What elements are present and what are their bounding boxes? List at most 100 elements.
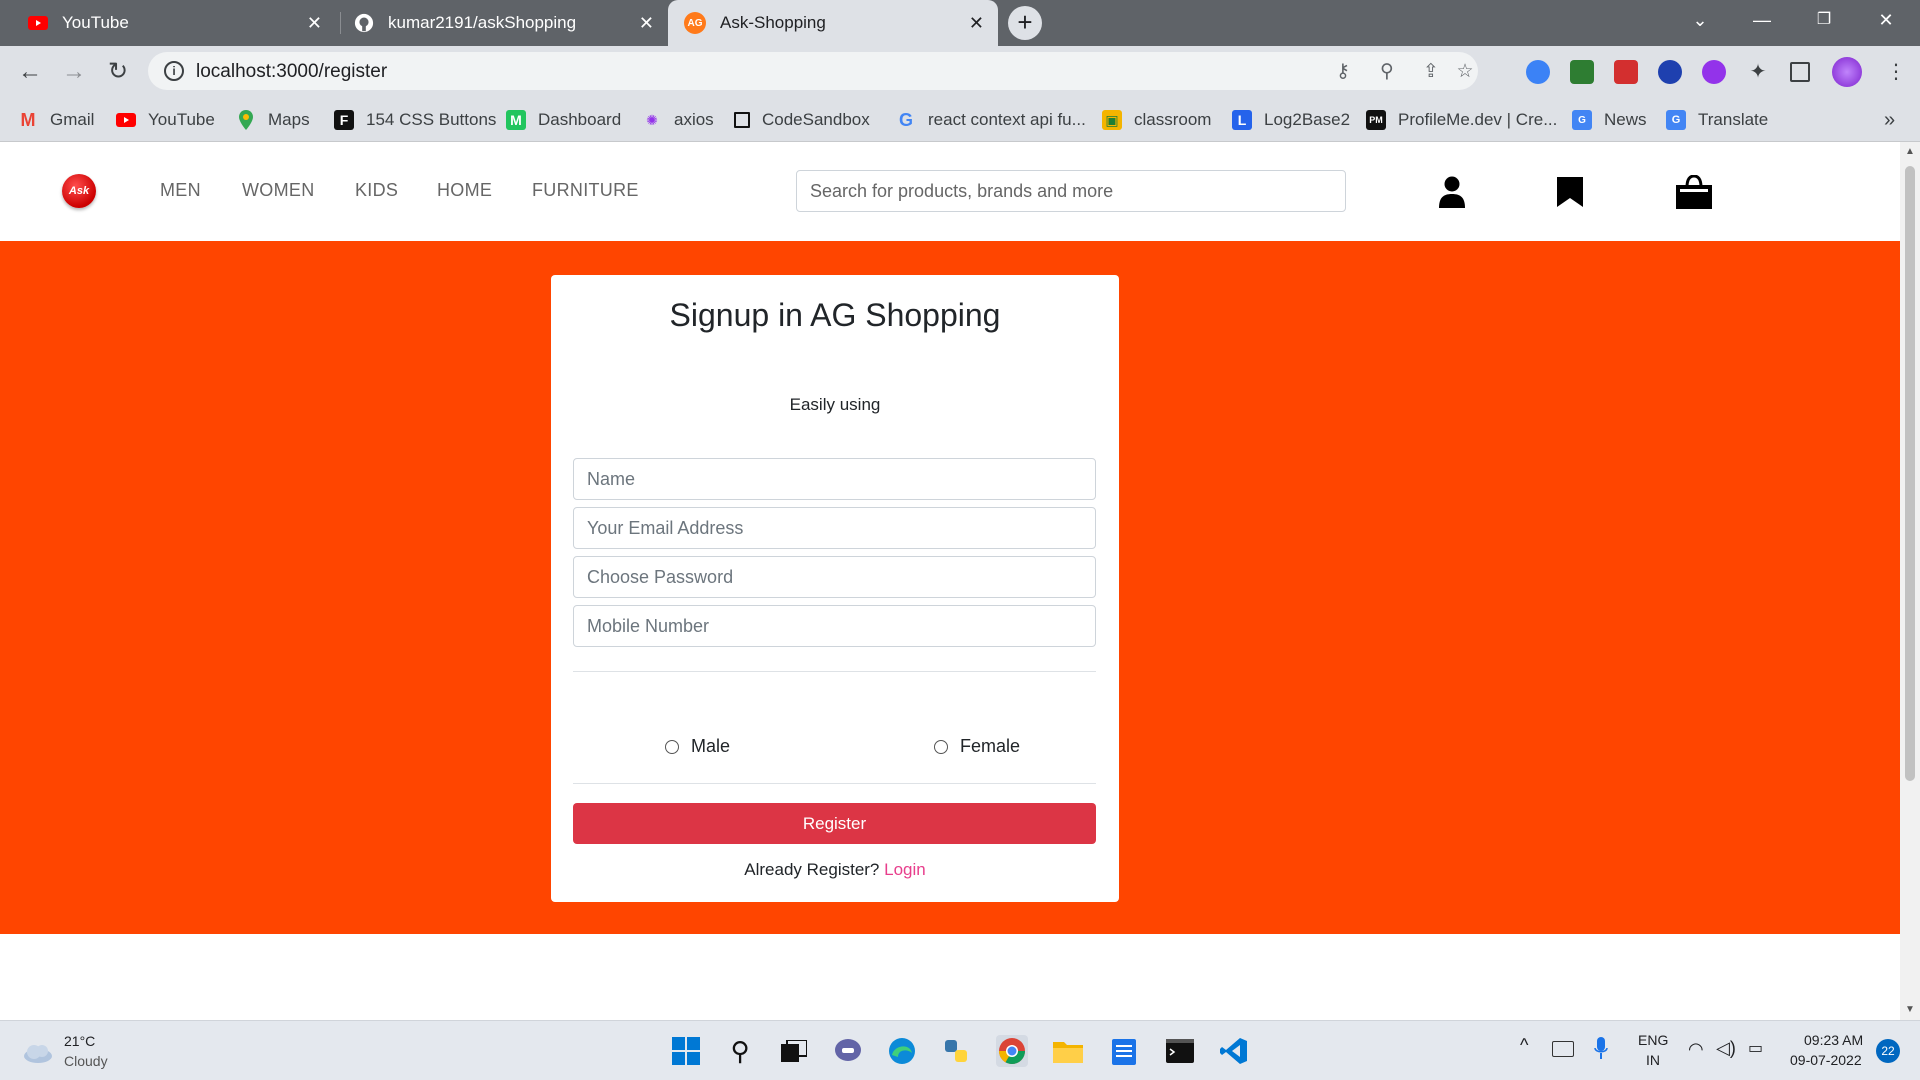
bookmark-label: Maps — [268, 110, 310, 129]
bookmark-news[interactable]: G News — [1572, 98, 1647, 142]
log2base2-icon: L — [1232, 110, 1252, 130]
close-tab-icon[interactable]: ✕ — [639, 13, 654, 34]
bookmark-css-buttons[interactable]: F 154 CSS Buttons — [334, 98, 496, 142]
zoom-icon[interactable]: ⚲ — [1376, 61, 1398, 83]
bookmark-star-icon[interactable]: ☆ — [1454, 61, 1476, 83]
nav-men[interactable]: MEN — [160, 180, 201, 201]
search-icon[interactable]: ⚲ — [724, 1035, 756, 1067]
gender-female-radio[interactable]: Female — [934, 736, 1020, 757]
extension-globe-icon[interactable] — [1526, 60, 1550, 84]
file-explorer-icon[interactable] — [1052, 1035, 1084, 1067]
url-text[interactable]: localhost:3000/register — [196, 61, 387, 83]
gender-male-radio[interactable]: Male — [665, 736, 730, 757]
chat-icon[interactable] — [832, 1035, 864, 1067]
bookmark-dashboard[interactable]: M Dashboard — [506, 98, 621, 142]
bookmark-log2base2[interactable]: L Log2Base2 — [1232, 98, 1350, 142]
weather-desc[interactable]: Cloudy — [64, 1053, 108, 1069]
mobile-field[interactable]: Mobile Number — [573, 605, 1096, 647]
extension-red-icon[interactable] — [1614, 60, 1638, 84]
new-tab-button[interactable]: + — [1008, 6, 1042, 40]
bookmark-axios[interactable]: ✺ axios — [642, 98, 714, 142]
cloud-weather-icon[interactable] — [22, 1037, 54, 1069]
bookmark-icon[interactable] — [1550, 172, 1590, 212]
bookmark-classroom[interactable]: ▣ classroom — [1102, 98, 1211, 142]
tab-ask-shopping[interactable]: AG Ask-Shopping ✕ — [668, 0, 998, 46]
profile-avatar[interactable] — [1832, 57, 1862, 87]
nav-home[interactable]: HOME — [437, 180, 492, 201]
search-input[interactable]: Search for products, brands and more — [796, 170, 1346, 212]
language-top[interactable]: ENG — [1638, 1032, 1668, 1048]
signup-card: Signup in AG Shopping Easily using Name … — [551, 275, 1119, 902]
email-field[interactable]: Your Email Address — [573, 507, 1096, 549]
forward-icon[interactable]: → — [60, 58, 88, 86]
site-info-icon[interactable]: i — [164, 61, 184, 81]
bookmark-gmail[interactable]: M Gmail — [18, 98, 95, 142]
volume-icon[interactable]: ◁) — [1716, 1038, 1736, 1059]
bookmark-youtube[interactable]: YouTube — [116, 98, 215, 142]
close-tab-icon[interactable]: ✕ — [969, 13, 984, 34]
edge-icon[interactable] — [886, 1035, 918, 1067]
microphone-icon[interactable] — [1594, 1037, 1608, 1061]
close-tab-icon[interactable]: ✕ — [307, 13, 322, 34]
reload-icon[interactable]: ↻ — [104, 58, 132, 86]
vscode-icon[interactable] — [1218, 1035, 1250, 1067]
extension-purple-icon[interactable] — [1702, 60, 1726, 84]
language-bottom[interactable]: IN — [1646, 1052, 1660, 1068]
menu-kebab-icon[interactable]: ⋮ — [1884, 60, 1908, 84]
battery-icon[interactable]: ▭ — [1748, 1038, 1763, 1058]
shopping-bag-icon[interactable] — [1674, 172, 1714, 212]
chevron-up-icon[interactable]: ^ — [1520, 1035, 1528, 1056]
radio-circle-icon[interactable] — [934, 739, 948, 754]
tab-github[interactable]: kumar2191/askShopping ✕ — [342, 0, 668, 46]
keyboard-icon[interactable] — [1552, 1041, 1574, 1057]
radio-circle-icon[interactable] — [665, 739, 679, 754]
task-view-icon[interactable] — [778, 1035, 810, 1067]
classroom-icon: ▣ — [1102, 110, 1122, 130]
name-field[interactable]: Name — [573, 458, 1096, 500]
nav-furniture[interactable]: FURNITURE — [532, 180, 639, 201]
extension-blue-icon[interactable] — [1658, 60, 1682, 84]
more-bookmarks-icon[interactable]: » — [1884, 98, 1895, 142]
tab-separator — [340, 12, 341, 34]
python-icon[interactable] — [940, 1035, 972, 1067]
extension-html-icon[interactable] — [1570, 60, 1594, 84]
share-icon[interactable]: ⇪ — [1420, 61, 1442, 83]
window-close-icon[interactable]: ✕ — [1856, 0, 1916, 40]
weather-temp[interactable]: 21°C — [64, 1033, 95, 1049]
scroll-thumb[interactable] — [1905, 166, 1915, 781]
clock-time[interactable]: 09:23 AM — [1804, 1032, 1863, 1048]
extensions-puzzle-icon[interactable]: ✦ — [1746, 60, 1770, 84]
bookmark-translate[interactable]: G Translate — [1666, 98, 1768, 142]
restore-icon[interactable]: ❐ — [1794, 0, 1854, 40]
login-link[interactable]: Login — [884, 860, 926, 879]
notification-badge[interactable]: 22 — [1876, 1039, 1900, 1063]
signup-subtitle: Easily using — [789, 395, 881, 414]
nav-kids[interactable]: KIDS — [355, 180, 398, 201]
password-field[interactable]: Choose Password — [573, 556, 1096, 598]
scroll-down-icon[interactable]: ▼ — [1904, 1004, 1916, 1016]
chrome-icon[interactable] — [996, 1035, 1028, 1067]
page-scrollbar[interactable]: ▲ ▼ — [1900, 142, 1920, 1020]
scroll-up-icon[interactable]: ▲ — [1904, 146, 1916, 158]
nav-women[interactable]: WOMEN — [242, 180, 315, 201]
address-bar[interactable]: i localhost:3000/register ⚷ ⚲ ⇪ ☆ — [148, 52, 1478, 90]
key-icon[interactable]: ⚷ — [1332, 61, 1354, 83]
terminal-icon[interactable] — [1164, 1035, 1196, 1067]
user-icon[interactable] — [1432, 172, 1472, 212]
bookmark-codesandbox[interactable]: CodeSandbox — [734, 98, 870, 142]
bookmark-profileme[interactable]: PM ProfileMe.dev | Cre... — [1366, 98, 1557, 142]
back-icon[interactable]: ← — [16, 58, 44, 86]
tab-search-icon[interactable]: ⌄ — [1670, 0, 1730, 40]
tab-youtube[interactable]: YouTube ✕ — [0, 0, 336, 46]
wifi-icon[interactable]: ◠ — [1688, 1039, 1704, 1060]
windows-start-icon[interactable] — [670, 1035, 702, 1067]
minimize-icon[interactable]: — — [1732, 0, 1792, 40]
clock-date[interactable]: 09-07-2022 — [1790, 1052, 1862, 1068]
bookmark-maps[interactable]: Maps — [236, 98, 310, 142]
bookmark-react-context[interactable]: G react context api fu... — [896, 98, 1086, 142]
maps-icon — [236, 110, 256, 130]
site-logo[interactable]: Ask — [62, 174, 96, 208]
notepad-icon[interactable] — [1108, 1035, 1140, 1067]
register-button[interactable]: Register — [573, 803, 1096, 844]
side-panel-icon[interactable] — [1790, 62, 1810, 82]
